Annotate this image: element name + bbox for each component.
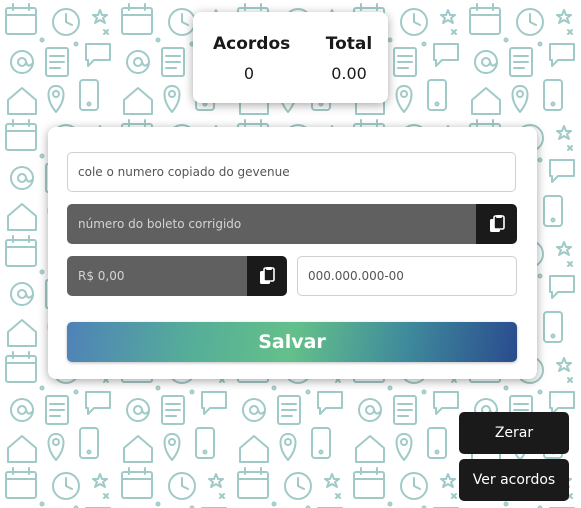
ver-acordos-button[interactable]: Ver acordos bbox=[459, 459, 569, 501]
form-card: Salvar bbox=[48, 127, 537, 379]
summary-card: Acordos 0 Total 0.00 bbox=[193, 12, 388, 103]
gevenue-number-input[interactable] bbox=[67, 152, 516, 192]
paste-valor-button[interactable] bbox=[247, 256, 287, 296]
total-label: Total bbox=[325, 34, 373, 54]
acordos-count: 0 bbox=[243, 64, 255, 83]
boleto-number-input[interactable] bbox=[67, 204, 477, 244]
paste-boleto-button[interactable] bbox=[476, 204, 517, 244]
acordos-label: Acordos bbox=[213, 34, 291, 54]
cpf-input[interactable] bbox=[297, 256, 517, 296]
valor-input[interactable] bbox=[67, 256, 248, 296]
zerar-button[interactable]: Zerar bbox=[459, 412, 569, 454]
clipboard-paste-icon bbox=[489, 215, 505, 232]
save-button[interactable]: Salvar bbox=[67, 322, 517, 362]
acordos-summary: Acordos 0 bbox=[213, 34, 291, 84]
clipboard-paste-icon bbox=[260, 267, 275, 284]
total-value: 0.00 bbox=[331, 64, 367, 83]
total-summary: Total 0.00 bbox=[320, 34, 378, 84]
